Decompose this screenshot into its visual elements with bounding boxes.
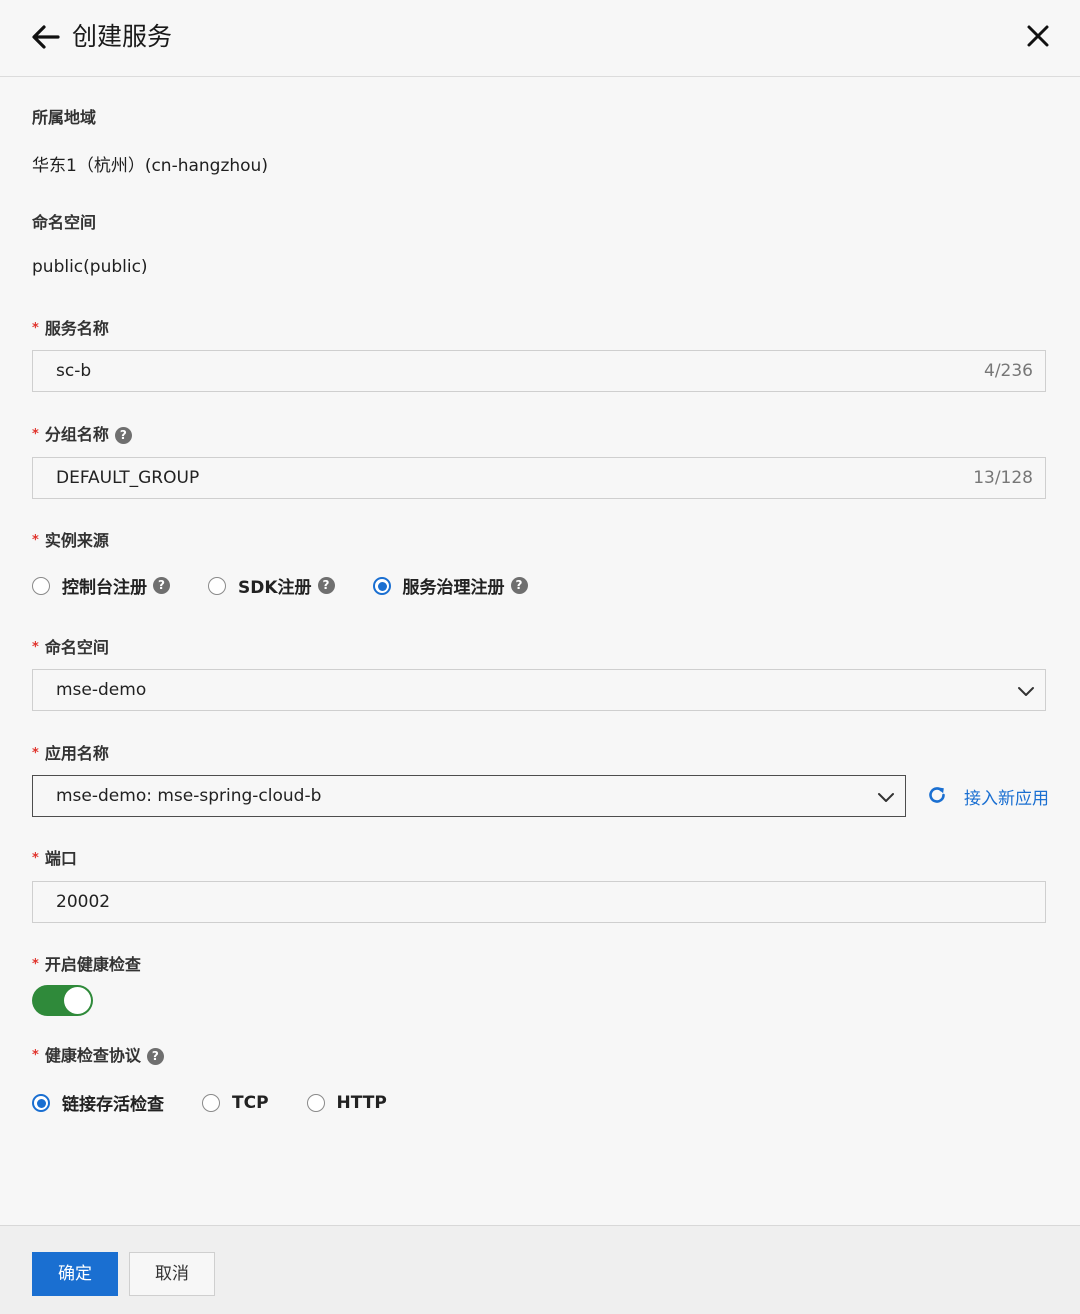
radio-label: 服务治理注册 (402, 578, 505, 598)
port-value: 20002 (56, 892, 111, 912)
required-mark: * (32, 1048, 39, 1063)
radio-console-register[interactable]: 控制台注册 ? (32, 573, 170, 598)
required-mark: * (32, 957, 39, 972)
help-icon[interactable]: ? (317, 577, 335, 594)
group-name-label: * 分组名称? (32, 421, 132, 445)
health-protocol-radio-group: 链接存活检查 TCP HTTP (32, 1090, 387, 1115)
namespace-select-label-text: 命名空间 (44, 638, 109, 657)
chevron-down-icon[interactable] (877, 788, 895, 806)
instance-source-radio-group: 控制台注册 ? SDK注册 ? 服务治理注册 ? (32, 573, 528, 598)
radio-link-alive-check[interactable]: 链接存活检查 (32, 1090, 164, 1115)
health-protocol-label: * 健康检查协议? (32, 1042, 164, 1066)
app-name-label-text: 应用名称 (44, 744, 109, 763)
cancel-button[interactable]: 取消 (129, 1252, 215, 1296)
add-new-app-link[interactable]: 接入新应用 (964, 784, 1049, 809)
required-mark: * (32, 640, 39, 655)
radio-label: HTTP (336, 1092, 387, 1113)
radio-http[interactable]: HTTP (306, 1092, 387, 1113)
radio-circle-selected[interactable] (372, 576, 391, 595)
back-arrow-icon[interactable] (30, 22, 62, 52)
help-icon[interactable]: ? (114, 427, 132, 444)
radio-circle[interactable] (202, 1093, 220, 1112)
service-name-label-text: 服务名称 (44, 319, 109, 338)
dialog-footer: 确定 取消 (0, 1225, 1080, 1314)
namespace-select[interactable]: mse-demo (32, 669, 1046, 711)
namespace-static-value: public(public) (32, 257, 148, 277)
app-name-select[interactable]: mse-demo: mse-spring-cloud-b (32, 775, 906, 817)
health-check-label: * 开启健康检查 (32, 951, 141, 975)
group-name-input[interactable]: DEFAULT_GROUP 13/128 (32, 457, 1046, 499)
group-name-label-text: 分组名称 (44, 425, 109, 444)
port-input[interactable]: 20002 (32, 881, 1046, 923)
chevron-down-icon[interactable] (1017, 682, 1035, 700)
radio-circle[interactable] (208, 576, 226, 595)
namespace-select-value: mse-demo (56, 680, 147, 700)
health-check-label-text: 开启健康检查 (44, 955, 141, 974)
radio-label: 链接存活检查 (62, 1095, 164, 1115)
health-check-toggle[interactable] (32, 985, 93, 1016)
radio-label: TCP (232, 1092, 269, 1113)
region-value: 华东1（杭州）(cn-hangzhou) (32, 156, 268, 176)
radio-circle[interactable] (306, 1093, 325, 1112)
namespace-static-label: 命名空间 (32, 213, 97, 232)
required-mark: * (32, 533, 39, 548)
required-mark: * (32, 851, 39, 866)
page-title: 创建服务 (72, 22, 173, 51)
help-icon[interactable]: ? (510, 577, 528, 594)
dialog-header: 创建服务 (0, 0, 1080, 77)
group-name-counter: 13/128 (973, 468, 1033, 488)
instance-source-label: * 实例来源 (32, 527, 109, 551)
app-name-value: mse-demo: mse-spring-cloud-b (56, 786, 322, 806)
radio-governance-register[interactable]: 服务治理注册 ? (372, 573, 528, 598)
refresh-icon[interactable] (927, 785, 947, 805)
port-label-text: 端口 (44, 849, 77, 868)
radio-circle-selected[interactable] (32, 1093, 50, 1112)
confirm-button[interactable]: 确定 (32, 1252, 118, 1296)
instance-source-label-text: 实例来源 (44, 531, 109, 550)
app-name-label: * 应用名称 (32, 740, 109, 764)
help-icon[interactable]: ? (146, 1048, 164, 1065)
service-name-input[interactable]: sc-b 4/236 (32, 350, 1046, 392)
close-icon[interactable] (1022, 20, 1054, 52)
required-mark: * (32, 321, 39, 336)
required-mark: * (32, 746, 39, 761)
service-name-counter: 4/236 (984, 361, 1033, 381)
namespace-select-label: * 命名空间 (32, 634, 109, 658)
radio-label: SDK注册 (238, 578, 312, 598)
group-name-value: DEFAULT_GROUP (56, 468, 200, 488)
service-name-label: * 服务名称 (32, 315, 109, 339)
radio-sdk-register[interactable]: SDK注册 ? (208, 573, 335, 598)
help-icon[interactable]: ? (153, 577, 170, 594)
radio-tcp[interactable]: TCP (202, 1093, 269, 1113)
required-mark: * (32, 427, 39, 442)
toggle-knob (64, 987, 91, 1014)
port-label: * 端口 (32, 845, 77, 869)
radio-label: 控制台注册 (62, 578, 147, 598)
health-protocol-label-text: 健康检查协议 (44, 1046, 141, 1065)
radio-circle[interactable] (32, 576, 50, 595)
region-label: 所属地域 (32, 108, 97, 127)
service-name-value: sc-b (56, 361, 92, 381)
